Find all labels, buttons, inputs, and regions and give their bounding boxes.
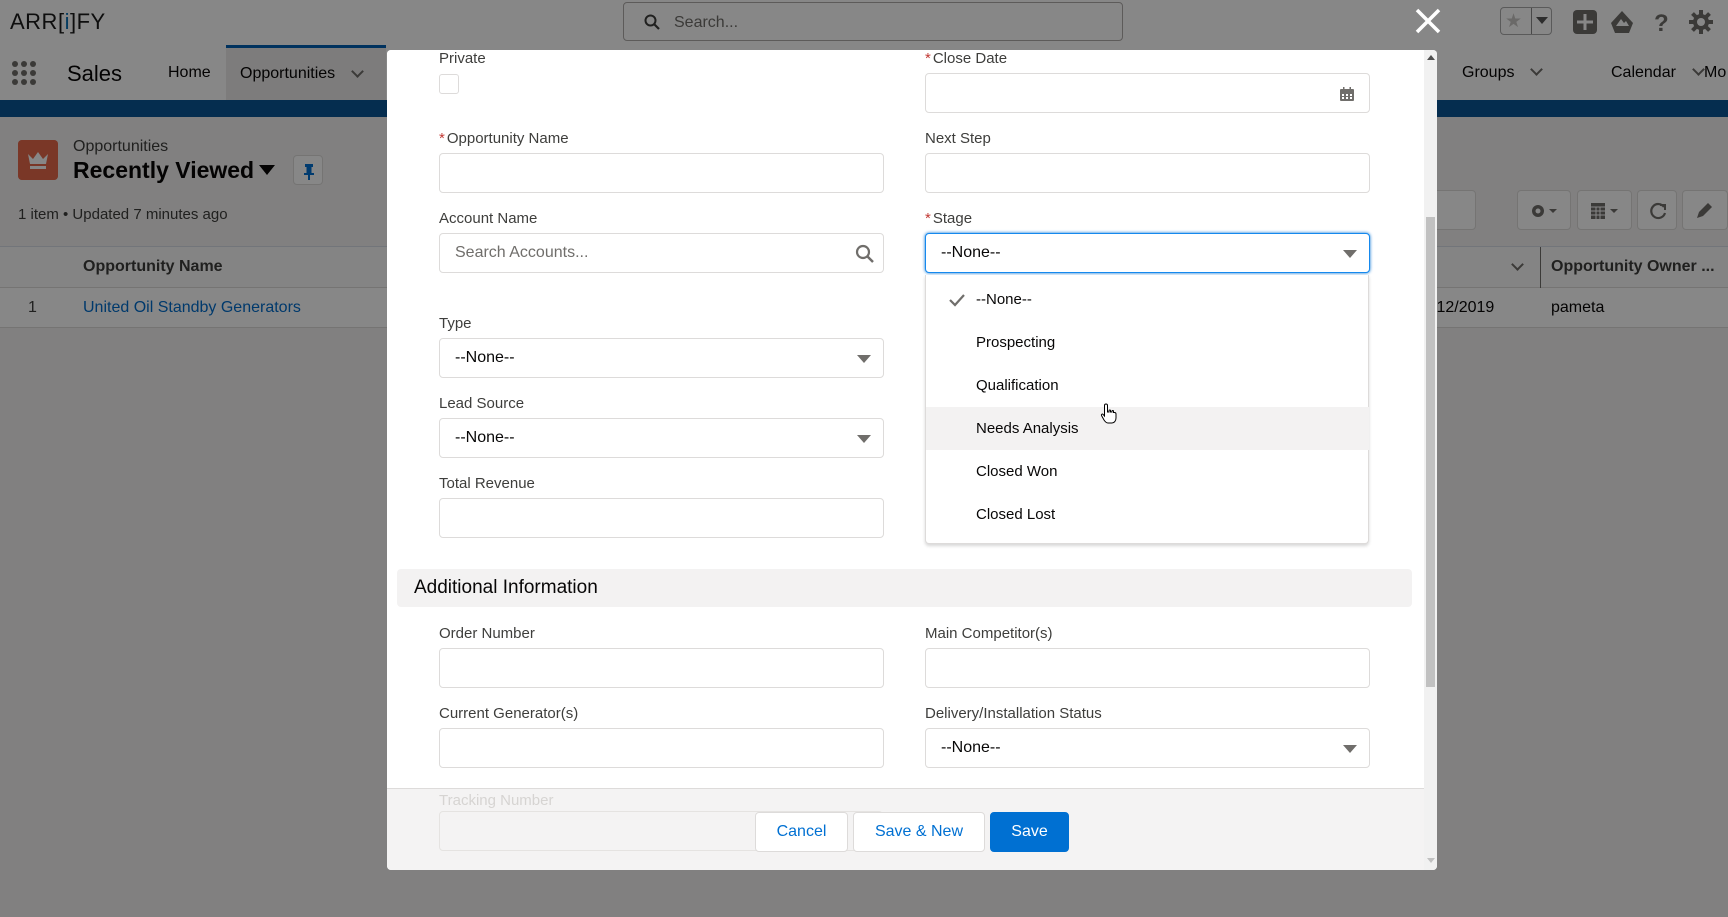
stage-select[interactable]: --None-- bbox=[925, 233, 1370, 273]
calendar-icon[interactable] bbox=[1339, 86, 1355, 102]
current-generators-input[interactable] bbox=[439, 728, 884, 768]
checkmark-icon bbox=[949, 294, 965, 307]
total-revenue-input[interactable] bbox=[439, 498, 884, 538]
lead-source-label: Lead Source bbox=[439, 395, 525, 412]
total-revenue-label: Total Revenue bbox=[439, 475, 535, 492]
dropdown-arrow-icon bbox=[857, 355, 871, 363]
stage-dropdown-listbox: --None-- Prospecting Qualification Needs… bbox=[925, 275, 1369, 544]
stage-option-prospecting[interactable]: Prospecting bbox=[926, 321, 1369, 364]
delivery-installation-status-label: Delivery/Installation Status bbox=[925, 705, 1102, 722]
opportunity-name-input[interactable] bbox=[439, 153, 884, 193]
current-generators-label: Current Generator(s) bbox=[439, 705, 579, 722]
close-icon[interactable] bbox=[1413, 6, 1443, 36]
order-number-input[interactable] bbox=[439, 648, 884, 688]
stage-label: * Stage bbox=[925, 210, 973, 227]
private-label: Private bbox=[439, 50, 486, 67]
stage-option-needs-analysis[interactable]: Needs Analysis bbox=[926, 407, 1369, 450]
close-date-input[interactable] bbox=[925, 73, 1370, 113]
delivery-installation-status-select[interactable]: --None-- bbox=[925, 728, 1370, 768]
lead-source-select[interactable]: --None-- bbox=[439, 418, 884, 458]
hand-cursor-icon bbox=[1100, 403, 1117, 424]
stage-option-closed-lost[interactable]: Closed Lost bbox=[926, 493, 1369, 536]
modal-body: Private * Opportunity Name Account Name S… bbox=[387, 50, 1427, 788]
next-step-label: Next Step bbox=[925, 130, 991, 147]
save-and-new-button[interactable]: Save & New bbox=[853, 812, 985, 852]
account-name-label: Account Name bbox=[439, 210, 538, 227]
search-icon bbox=[855, 244, 874, 263]
modal-footer: Tracking Number Cancel Save & New Save bbox=[387, 788, 1424, 870]
stage-option-qualification[interactable]: Qualification bbox=[926, 364, 1369, 407]
stage-option-closed-won[interactable]: Closed Won bbox=[926, 450, 1369, 493]
type-select[interactable]: --None-- bbox=[439, 338, 884, 378]
modal-scrollbar[interactable] bbox=[1424, 50, 1437, 870]
tracking-number-label: Tracking Number bbox=[439, 792, 554, 809]
main-competitors-input[interactable] bbox=[925, 648, 1370, 688]
order-number-label: Order Number bbox=[439, 625, 535, 642]
next-step-input[interactable] bbox=[925, 153, 1370, 193]
main-competitors-label: Main Competitor(s) bbox=[925, 625, 1053, 642]
stage-option-none[interactable]: --None-- bbox=[926, 278, 1369, 321]
cancel-button[interactable]: Cancel bbox=[755, 812, 848, 852]
section-header-additional-information[interactable]: Additional Information bbox=[397, 569, 1412, 607]
scrollbar-thumb[interactable] bbox=[1426, 217, 1435, 687]
dropdown-arrow-icon bbox=[857, 435, 871, 443]
close-date-label: * Close Date bbox=[925, 50, 1008, 67]
scroll-up-arrow-icon[interactable] bbox=[1427, 55, 1435, 60]
type-label: Type bbox=[439, 315, 472, 332]
save-button[interactable]: Save bbox=[990, 812, 1069, 852]
private-checkbox[interactable] bbox=[439, 74, 459, 94]
new-opportunity-modal: Private * Opportunity Name Account Name S… bbox=[387, 50, 1437, 870]
account-name-lookup[interactable]: Search Accounts... bbox=[439, 233, 884, 273]
dropdown-arrow-icon bbox=[1343, 745, 1357, 753]
opportunity-name-label: * Opportunity Name bbox=[439, 130, 569, 147]
scroll-down-arrow-icon[interactable] bbox=[1427, 858, 1435, 863]
dropdown-arrow-icon bbox=[1343, 250, 1357, 258]
